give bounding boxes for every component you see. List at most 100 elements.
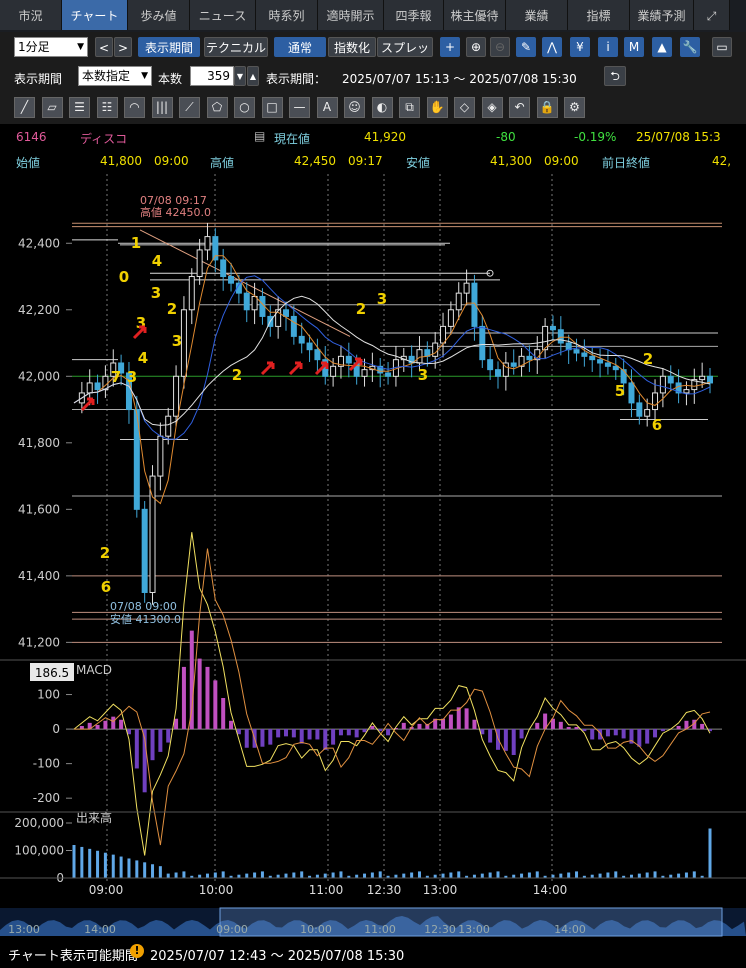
tab-5[interactable]: 適時開示 xyxy=(318,0,384,30)
wave-label: 2 xyxy=(100,544,110,562)
zoom-out-icon[interactable]: ⊖ xyxy=(490,37,510,57)
yen-icon[interactable]: ¥ xyxy=(570,37,590,57)
macd-bar xyxy=(354,729,359,738)
high-price: 42,450 xyxy=(294,154,336,168)
candle-body xyxy=(612,365,619,371)
tab-10[interactable]: 業績予測 xyxy=(630,0,694,30)
return-button[interactable]: ⮌ xyxy=(604,66,626,86)
period-button[interactable]: 表示期間 xyxy=(138,37,200,57)
settings-icon[interactable]: 🔧 xyxy=(680,37,700,57)
hline-icon[interactable]: — xyxy=(289,97,310,118)
macd-bar xyxy=(291,729,296,738)
change-pct: -0.19% xyxy=(574,130,617,144)
arc-icon[interactable]: ◠ xyxy=(124,97,145,118)
macd-tick-label: 100 xyxy=(37,688,60,702)
text-icon[interactable]: A xyxy=(316,97,338,118)
macd-bar xyxy=(244,729,249,748)
circle-icon[interactable]: ○ xyxy=(234,97,255,118)
wave-label: 2 xyxy=(167,300,177,318)
line-tool-icon[interactable]: ╱ xyxy=(14,97,35,118)
interval-value: 1分足 xyxy=(18,40,50,54)
candle-body xyxy=(243,292,250,311)
fan-icon[interactable]: ⟋ xyxy=(179,97,200,118)
gear-icon[interactable]: ⚙ xyxy=(564,97,585,118)
candle-body xyxy=(306,342,313,351)
tab-1[interactable]: チャート xyxy=(62,0,128,30)
candle-body xyxy=(526,355,533,361)
tab-4[interactable]: 時系列 xyxy=(256,0,318,30)
count-down-button[interactable]: ▼ xyxy=(234,66,246,86)
info-icon[interactable]: i xyxy=(598,37,618,57)
vlines-icon[interactable]: ||| xyxy=(151,97,173,118)
return-icon: ⮌ xyxy=(610,69,620,83)
expand-icon[interactable]: ⤢ xyxy=(694,0,730,30)
lock-icon[interactable]: 🔒 xyxy=(536,97,558,118)
dropdown-arrow-icon: ▼ xyxy=(77,42,84,52)
fib-icon[interactable]: ☷ xyxy=(96,97,118,118)
candle-body xyxy=(573,349,580,354)
count-label: 本数 xyxy=(158,72,183,86)
tab-0[interactable]: 市況 xyxy=(0,0,62,30)
print-icon[interactable]: ▭ xyxy=(712,37,732,57)
candle-body xyxy=(620,369,627,384)
area-chart-icon[interactable]: ▲ xyxy=(652,37,672,57)
overview-time-label: 13:00 xyxy=(458,923,490,936)
pen-icon[interactable]: ✎ xyxy=(516,37,536,57)
tab-9[interactable]: 指標 xyxy=(568,0,630,30)
zoom-in-icon[interactable]: ⊕ xyxy=(466,37,486,57)
icon-tool-icon[interactable]: ☺ xyxy=(344,97,365,118)
interval-select[interactable]: 1分足 ▼ xyxy=(14,37,88,57)
macd-bar xyxy=(613,729,618,736)
macd-bar xyxy=(229,720,234,730)
tab-7[interactable]: 株主優待 xyxy=(444,0,506,30)
next-button[interactable]: > xyxy=(114,37,132,57)
count-up-button[interactable]: ▲ xyxy=(247,66,259,86)
hlines-icon[interactable]: ☰ xyxy=(69,97,90,118)
price-tick-label: 41,400 xyxy=(18,569,60,583)
price-tick-label: 41,600 xyxy=(18,502,60,516)
price-chart[interactable]: 42,400 42,200 42,000 41,800 41,600 41,400 41,2… xyxy=(0,174,746,938)
eraser-icon[interactable]: ◇ xyxy=(454,97,475,118)
tab-6[interactable]: 四季報 xyxy=(384,0,444,30)
pattern-icon[interactable]: ⋀ xyxy=(542,37,562,57)
period-mode-select[interactable]: 本数指定 ▼ xyxy=(78,66,152,86)
tab-3[interactable]: ニュース xyxy=(190,0,256,30)
technical-button[interactable]: テクニカル xyxy=(204,37,268,57)
my-icon[interactable]: M xyxy=(624,37,644,57)
candle-body xyxy=(361,369,368,377)
eraser2-icon[interactable]: ◈ xyxy=(481,97,503,118)
tab-8[interactable]: 業績 xyxy=(506,0,568,30)
macd-bar xyxy=(676,725,681,730)
pentagon-icon[interactable]: ⬠ xyxy=(206,97,228,118)
candle-body xyxy=(455,292,462,311)
spread-button[interactable]: スプレッド xyxy=(377,37,433,75)
hand-icon[interactable]: ✋ xyxy=(426,97,448,118)
candle-body xyxy=(628,382,635,404)
macd-bar xyxy=(331,729,336,745)
time-label: 09:00 xyxy=(89,883,124,897)
candle-body xyxy=(683,389,690,394)
index-button[interactable]: 指数化 xyxy=(328,37,376,57)
overview-time-label: 14:00 xyxy=(554,923,586,936)
copy-icon[interactable]: ⧉ xyxy=(399,97,420,118)
macd-bar xyxy=(637,729,642,747)
undo-icon[interactable]: ↶ xyxy=(509,97,530,118)
high-value-label: 高値 42450.0 xyxy=(140,205,211,219)
macd-bar xyxy=(189,630,194,730)
macd-tick-label: -100 xyxy=(33,757,60,771)
candle-body xyxy=(604,362,611,367)
prev-button[interactable]: < xyxy=(95,37,113,57)
cycle-icon[interactable]: ◐ xyxy=(371,97,393,118)
crosshair-icon[interactable]: + xyxy=(440,37,460,57)
tab-2[interactable]: 歩み値 xyxy=(128,0,190,30)
count-input[interactable]: 359 xyxy=(190,66,234,86)
candle-body xyxy=(581,352,588,357)
rect-icon[interactable]: □ xyxy=(261,97,283,118)
macd-bar xyxy=(276,729,281,738)
candle-body xyxy=(283,309,289,317)
ruler-icon[interactable]: ▱ xyxy=(41,97,63,118)
normal-button[interactable]: 通常 xyxy=(274,37,326,57)
candle-body xyxy=(463,282,470,294)
overview-time-label: 09:00 xyxy=(216,923,248,936)
stock-name: ディスコ xyxy=(80,132,128,146)
